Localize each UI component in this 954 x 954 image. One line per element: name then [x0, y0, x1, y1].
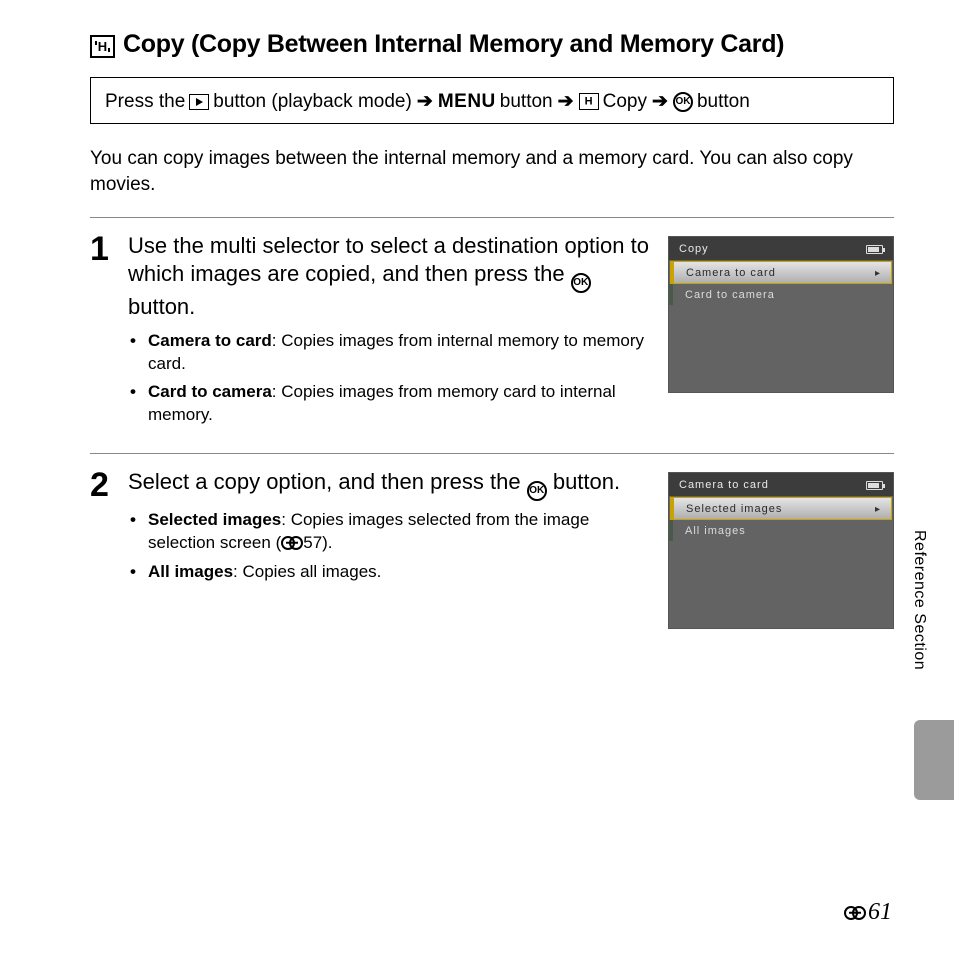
- chevron-right-icon: ▸: [875, 268, 881, 279]
- breadcrumb-path: Press the button (playback mode) ➔ MENU …: [90, 77, 894, 124]
- step-1: 1 Use the multi selector to select a des…: [90, 218, 894, 453]
- arrow-icon: ➔: [416, 90, 434, 113]
- arrow-icon: ➔: [651, 90, 669, 113]
- copy-icon: H: [90, 35, 115, 58]
- step-title: Select a copy option, and then press the…: [128, 468, 652, 501]
- ok-icon: OK: [571, 273, 591, 293]
- ok-icon: OK: [527, 481, 547, 501]
- nav-text: Copy: [603, 91, 647, 113]
- nav-text: button: [697, 91, 750, 113]
- screen-header: Copy: [669, 237, 893, 260]
- menu-label: MENU: [438, 91, 496, 113]
- reference-link-icon: [844, 906, 866, 919]
- nav-text: button: [500, 91, 553, 113]
- reference-link-icon: [281, 536, 303, 549]
- page-title: Copy (Copy Between Internal Memory and M…: [123, 30, 784, 59]
- ok-icon: OK: [673, 92, 693, 112]
- step-number: 1: [90, 232, 128, 433]
- bullet-item: Camera to card: Copies images from inter…: [144, 330, 652, 376]
- page-number: 61: [844, 899, 892, 926]
- section-heading: H Copy (Copy Between Internal Memory and…: [90, 30, 894, 59]
- copy-icon: H: [579, 93, 599, 110]
- step-2: 2 Select a copy option, and then press t…: [90, 454, 894, 649]
- bullet-item: Card to camera: Copies images from memor…: [144, 381, 652, 427]
- battery-icon: [866, 245, 883, 254]
- screen-item: All images: [669, 520, 893, 541]
- section-tab: [914, 720, 954, 800]
- camera-screen-copy: Copy Camera to card▸ Card to camera: [668, 236, 894, 393]
- bullet-item: Selected images: Copies images selected …: [144, 509, 652, 555]
- screen-item-selected: Camera to card▸: [670, 261, 892, 284]
- bullet-item: All images: Copies all images.: [144, 561, 652, 584]
- step-title: Use the multi selector to select a desti…: [128, 232, 652, 321]
- screen-header: Camera to card: [669, 473, 893, 496]
- camera-screen-camera-to-card: Camera to card Selected images▸ All imag…: [668, 472, 894, 629]
- intro-text: You can copy images between the internal…: [90, 146, 894, 197]
- step-number: 2: [90, 468, 128, 629]
- nav-text: Press the: [105, 91, 185, 113]
- screen-title: Copy: [679, 243, 709, 255]
- chevron-right-icon: ▸: [875, 504, 881, 515]
- arrow-icon: ➔: [557, 90, 575, 113]
- screen-item: Card to camera: [669, 284, 893, 305]
- playback-icon: [189, 94, 209, 110]
- screen-title: Camera to card: [679, 479, 769, 491]
- battery-icon: [866, 481, 883, 490]
- nav-text: button (playback mode): [213, 91, 412, 113]
- section-tab-label: Reference Section: [910, 530, 928, 670]
- screen-item-selected: Selected images▸: [670, 497, 892, 520]
